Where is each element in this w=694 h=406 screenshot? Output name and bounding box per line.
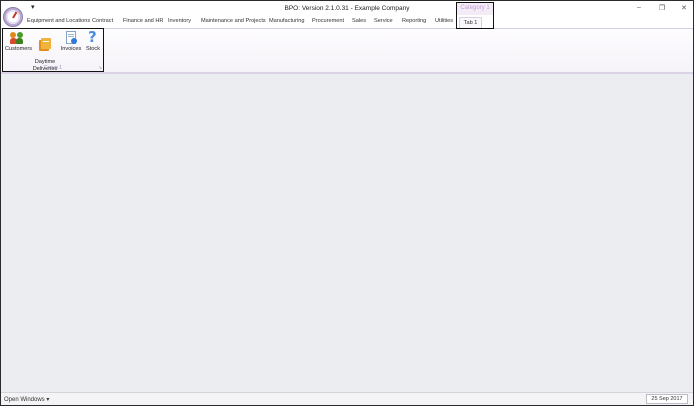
customers-label: Customers [5,46,33,52]
tab-utilities[interactable]: Utilities [435,18,453,24]
application-menu-button[interactable] [3,7,23,27]
close-button[interactable]: ✕ [678,4,690,12]
customers-icon [10,31,24,45]
tab-service[interactable]: Service [374,18,393,24]
invoices-label: Invoices [60,46,82,52]
open-windows-menu[interactable]: Open Windows ▾ [4,396,49,403]
mdi-workspace [1,74,693,392]
ribbon-panel [1,28,693,74]
tab-manufacturing[interactable]: Manufacturing [269,18,304,24]
tab-inventory[interactable]: Inventory [168,18,191,24]
stock-button[interactable]: ? Stock [84,28,102,53]
title-bar: ▾ BPO: Version 2.1.0.31 - Example Compan… [1,1,693,18]
tab-contract[interactable]: Contract [92,18,113,24]
invoices-button[interactable]: Invoices [60,31,82,53]
tab-reporting[interactable]: Reporting [402,18,426,24]
customers-button[interactable]: Customers [5,31,33,53]
context-category-label: Category 1 [457,2,493,15]
gauge-icon [12,11,18,19]
invoices-icon [64,31,78,45]
maximize-button[interactable]: ❐ [656,4,668,12]
ribbon-tabs: Equipment and Locations Contract Finance… [1,17,693,28]
status-bar: Open Windows ▾ 25 Sep 2017 [1,392,693,405]
status-date: 25 Sep 2017 [646,394,688,404]
deliveries-icon [38,37,52,52]
tab-equipment-and-locations[interactable]: Equipment and Locations [27,18,90,24]
stock-label: Stock [86,46,100,52]
group-launcher-icon[interactable]: ↘ [98,65,102,71]
window-title: BPO: Version 2.1.0.31 - Example Company [284,5,410,12]
app-window: ▾ BPO: Version 2.1.0.31 - Example Compan… [0,0,694,406]
tab-sales[interactable]: Sales [352,18,366,24]
tab-maintenance-and-projects[interactable]: Maintenance and Projects [201,18,266,24]
ribbon-group-1: Customers Daytime Deliveries Invoices ? … [2,28,104,72]
minimize-button[interactable]: – [633,4,645,11]
tab-procurement[interactable]: Procurement [312,18,344,24]
help-question-icon: ? [88,28,97,46]
tab-finance-and-hr[interactable]: Finance and HR [123,18,163,24]
group-label: Group 1 [43,65,63,71]
